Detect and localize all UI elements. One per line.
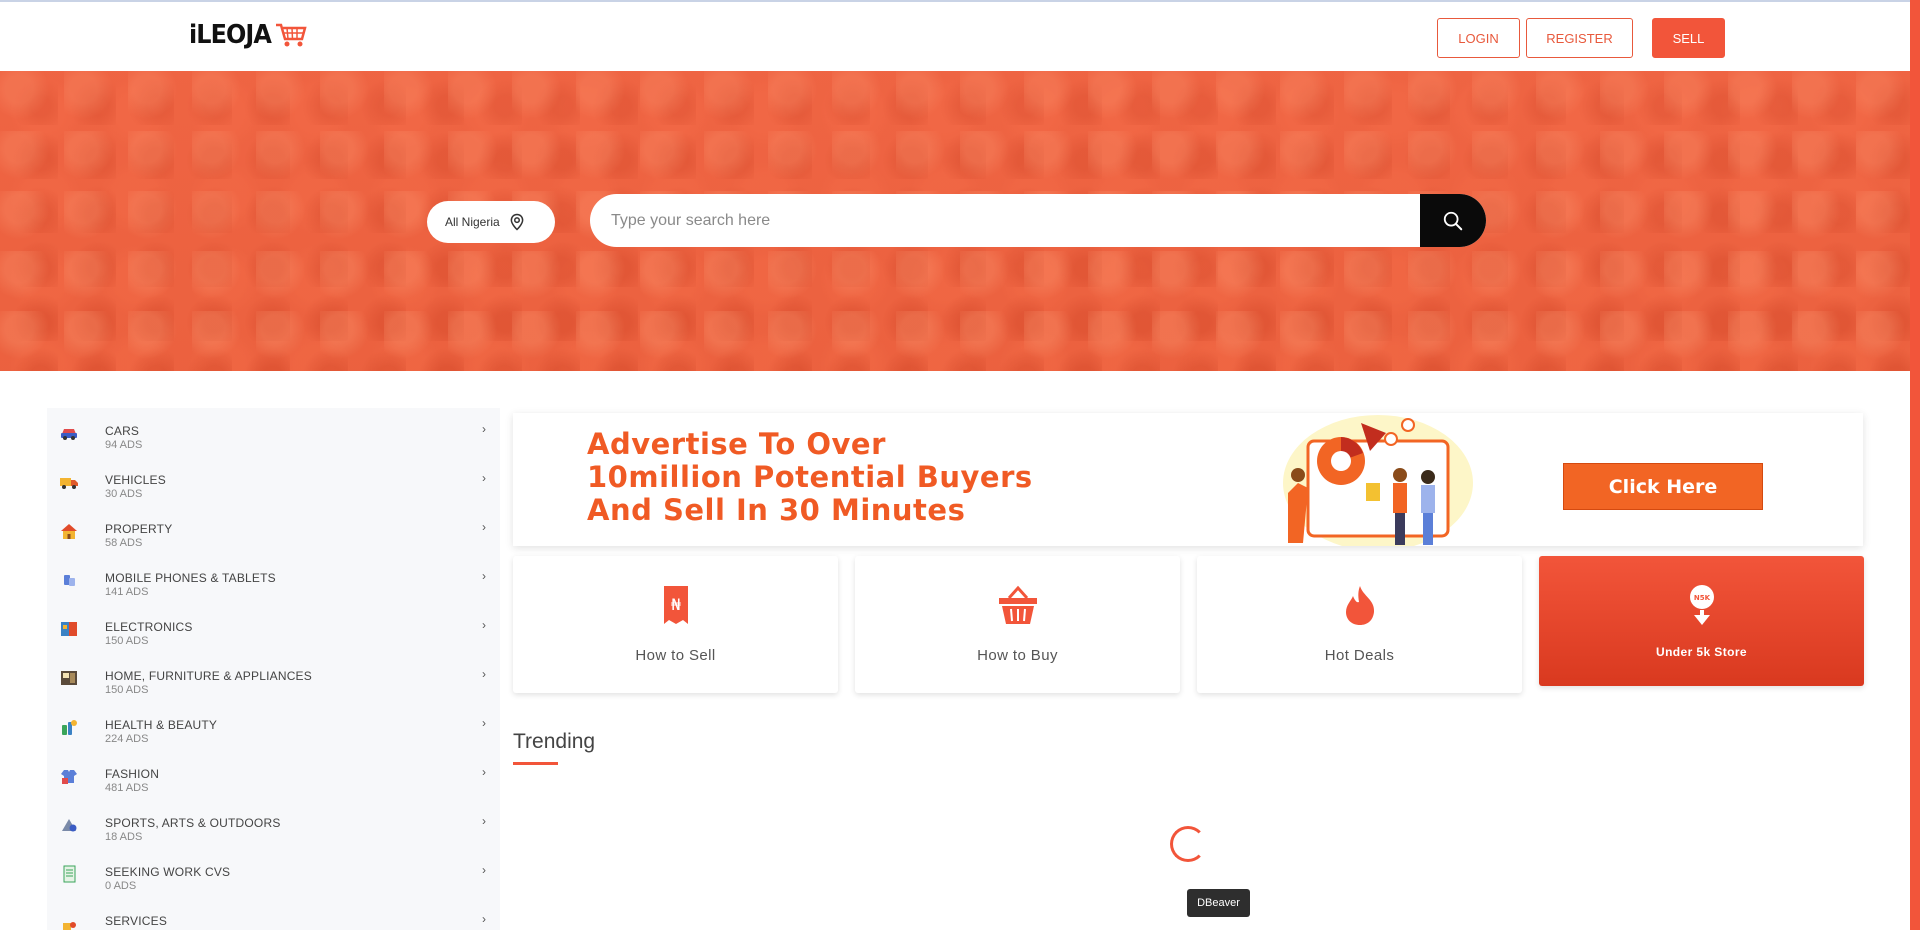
house-icon (61, 524, 77, 539)
advertise-banner[interactable]: Advertise To Over 10million Potential Bu… (513, 413, 1863, 546)
category-name: CARS (105, 424, 140, 438)
advertise-text: Advertise To Over 10million Potential Bu… (587, 428, 1033, 527)
advertise-line-2: 10million Potential Buyers (587, 460, 1033, 494)
category-count: 18 ADS (105, 831, 143, 843)
how-to-buy-label: How to Buy (977, 647, 1058, 664)
category-name: FASHION (105, 767, 160, 781)
phone-icon (64, 575, 75, 586)
chevron-right-icon: › (482, 912, 486, 926)
n5k-badge-text: N5K (1693, 594, 1710, 602)
category-item-home-furniture[interactable]: HOME, FURNITURE & APPLIANCES 150 ADS › (47, 653, 500, 702)
sell-button[interactable]: SELL (1652, 18, 1725, 58)
chevron-right-icon: › (482, 765, 486, 779)
category-name: HEALTH & BEAUTY (105, 718, 218, 732)
category-count: 94 ADS (105, 439, 143, 451)
category-count: 150 ADS (105, 684, 149, 696)
naira-tag-icon: ₦ (663, 586, 688, 624)
site-logo[interactable]: iLEOJA (189, 20, 308, 50)
logo-text: iLEOJA (189, 20, 272, 50)
category-count: 30 ADS (105, 488, 143, 500)
car-icon (61, 429, 77, 440)
flame-icon (1345, 586, 1374, 625)
category-count: 150 ADS (105, 635, 149, 647)
advertise-illustration (1283, 415, 1473, 546)
category-item-services[interactable]: SERVICES › (47, 898, 500, 930)
category-name: ELECTRONICS (105, 620, 193, 634)
search-bar (590, 194, 1486, 247)
cart-icon (276, 23, 307, 47)
category-item-seeking-work[interactable]: SEEKING WORK CVS 0 ADS › (47, 849, 500, 898)
cv-icon (63, 865, 76, 883)
category-count: 0 ADS (105, 880, 137, 892)
location-selector[interactable]: All Nigeria (427, 201, 555, 243)
svg-text:₦: ₦ (670, 595, 680, 614)
advertise-line-1: Advertise To Over (587, 427, 886, 461)
under-5k-store-card[interactable]: N5K Under 5k Store (1539, 556, 1864, 686)
furniture-icon (61, 671, 77, 685)
search-icon (1443, 211, 1463, 230)
how-to-sell-card[interactable]: ₦ How to Sell (513, 556, 838, 693)
chevron-right-icon: › (482, 569, 486, 583)
category-item-health-beauty[interactable]: HEALTH & BEAUTY 224 ADS › (47, 702, 500, 751)
under-5k-store-label: Under 5k Store (1656, 645, 1747, 659)
services-icon (63, 922, 76, 930)
category-count: 58 ADS (105, 537, 143, 549)
chevron-right-icon: › (482, 520, 486, 534)
n5k-badge-icon: N5K (1689, 585, 1714, 625)
advertise-line-3: And Sell In 30 Minutes (587, 493, 966, 527)
category-item-cars[interactable]: CARS 94 ADS › (47, 408, 500, 457)
search-input[interactable] (590, 194, 1420, 247)
chevron-right-icon: › (482, 814, 486, 828)
category-count: 481 ADS (105, 782, 149, 794)
category-item-sports-arts[interactable]: SPORTS, ARTS & OUTDOORS 18 ADS › (47, 800, 500, 849)
category-count: 141 ADS (105, 586, 149, 598)
fashion-icon (61, 770, 77, 784)
basket-icon (998, 585, 1037, 624)
click-here-button[interactable]: Click Here (1563, 463, 1763, 510)
chevron-right-icon: › (482, 618, 486, 632)
search-button[interactable] (1420, 194, 1486, 247)
chevron-right-icon: › (482, 471, 486, 485)
category-name: VEHICLES (105, 473, 166, 487)
trending-underline (513, 762, 558, 765)
trending-heading: Trending (513, 730, 596, 753)
category-name: MOBILE PHONES & TABLETS (105, 571, 276, 585)
category-name: SERVICES (105, 914, 168, 928)
category-item-mobile-phones[interactable]: MOBILE PHONES & TABLETS 141 ADS › (47, 555, 500, 604)
taskbar-tooltip: DBeaver (1187, 889, 1250, 917)
category-name: SEEKING WORK CVS (105, 865, 231, 879)
top-navbar: iLEOJA LOGIN REGISTER SELL (0, 0, 1920, 71)
hot-deals-card[interactable]: Hot Deals (1197, 556, 1522, 693)
how-to-buy-card[interactable]: How to Buy (855, 556, 1180, 693)
electronics-icon (61, 622, 77, 636)
category-name: SPORTS, ARTS & OUTDOORS (105, 816, 281, 830)
how-to-sell-label: How to Sell (635, 647, 716, 664)
chevron-right-icon: › (482, 422, 486, 436)
chevron-right-icon: › (482, 667, 486, 681)
truck-icon (60, 478, 78, 489)
hot-deals-label: Hot Deals (1324, 647, 1395, 664)
page-edge-strip (1910, 0, 1920, 930)
category-name: HOME, FURNITURE & APPLIANCES (105, 669, 312, 683)
hero-banner: All Nigeria (0, 71, 1910, 371)
sports-icon (62, 819, 77, 832)
chevron-right-icon: › (482, 716, 486, 730)
category-item-fashion[interactable]: FASHION 481 ADS › (47, 751, 500, 800)
category-item-vehicles[interactable]: VEHICLES 30 ADS › (47, 457, 500, 506)
register-button[interactable]: REGISTER (1526, 18, 1633, 58)
loading-spinner (1170, 826, 1206, 862)
category-sidebar: CARS 94 ADS › VEHICLES 30 ADS › PROPERTY… (47, 408, 500, 930)
category-item-property[interactable]: PROPERTY 58 ADS › (47, 506, 500, 555)
category-name: PROPERTY (105, 522, 173, 536)
map-pin-icon (510, 213, 524, 231)
beauty-icon (62, 720, 77, 735)
category-count: 224 ADS (105, 733, 149, 745)
location-label: All Nigeria (445, 215, 500, 229)
login-button[interactable]: LOGIN (1437, 18, 1520, 58)
category-item-electronics[interactable]: ELECTRONICS 150 ADS › (47, 604, 500, 653)
chevron-right-icon: › (482, 863, 486, 877)
